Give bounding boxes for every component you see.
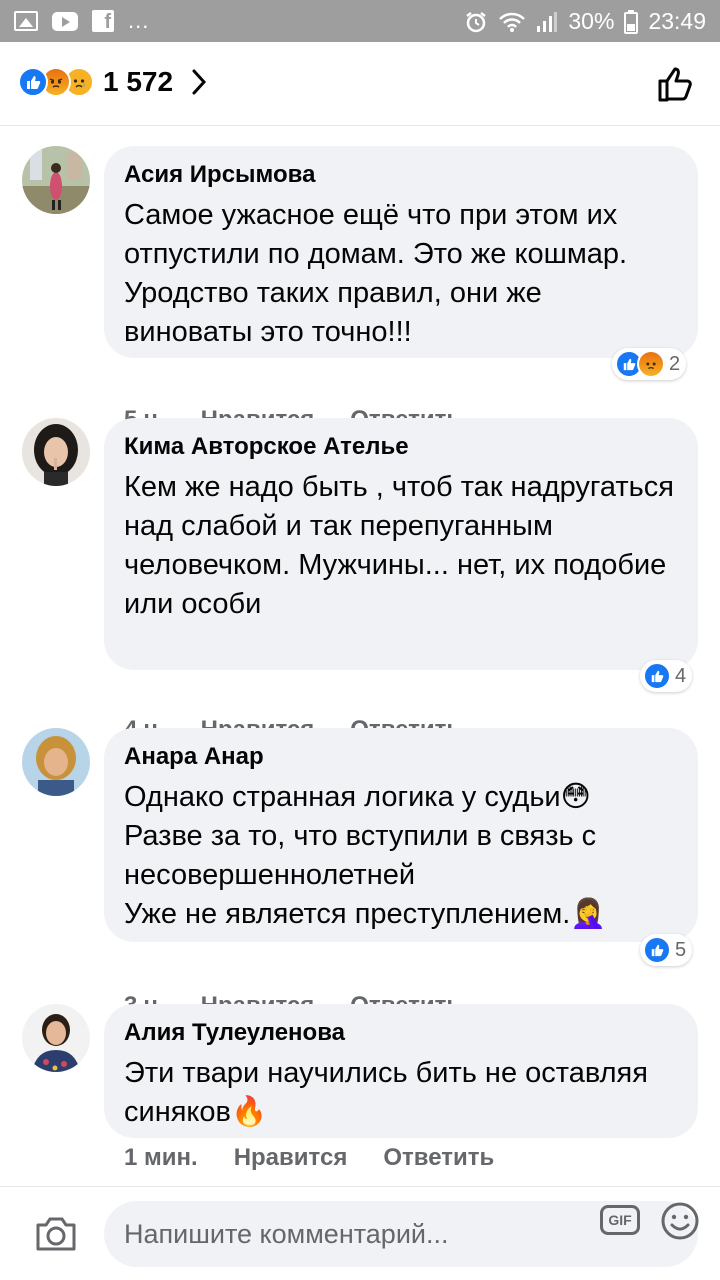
comment-text: Эти твари научились бить не оставляя син… [124, 1057, 648, 1128]
avatar[interactable] [22, 146, 90, 214]
reaction-count: 5 [675, 938, 687, 961]
comment-time[interactable]: 1 мин. [124, 1144, 198, 1172]
reactions-header: 1 572 [0, 42, 720, 126]
clock: 23:49 [648, 8, 706, 34]
comment-text-line: Уже не является преступлением.🤦‍♀️ [124, 898, 607, 930]
reaction-count: 4 [675, 664, 687, 687]
like-button[interactable]: Нравится [234, 1144, 348, 1172]
facebook-icon: f [92, 10, 114, 33]
like-post-icon[interactable] [656, 64, 696, 104]
youtube-icon [52, 11, 78, 31]
comment-bubble[interactable]: Анара Анар Однако странная логика у судь… [104, 728, 698, 942]
avatar[interactable] [22, 418, 90, 486]
gallery-icon [14, 11, 38, 31]
comment-bubble[interactable]: Алия Тулеуленова Эти твари научились бит… [104, 1004, 698, 1138]
like-reaction-icon [18, 67, 48, 97]
alarm-icon [466, 11, 487, 32]
comment-author[interactable]: Асия Ирсымова [124, 158, 678, 192]
comment-text: Кем же надо быть , чтоб так надругаться … [124, 471, 674, 620]
angry-reaction-icon [637, 350, 665, 378]
comment-author[interactable]: Анара Анар [124, 740, 678, 774]
reactions-summary[interactable]: 1 572 [18, 66, 207, 98]
battery-icon [624, 9, 639, 34]
like-reaction-icon [643, 662, 671, 690]
avatar[interactable] [22, 1004, 90, 1072]
comment-bubble[interactable]: Асия Ирсымова Самое ужасное ещё что при … [104, 146, 698, 358]
reply-button[interactable]: Ответить [383, 1144, 494, 1172]
battery-percent: 30% [568, 8, 615, 34]
signal-icon [537, 11, 558, 32]
comment-author[interactable]: Алия Тулеуленова [124, 1016, 678, 1050]
wifi-icon [499, 12, 526, 32]
status-bar: f ... 30% 23:49 [0, 0, 720, 42]
comment-composer: Напишите комментарий... GIF [0, 1186, 720, 1280]
comment-reactions[interactable]: 4 [640, 660, 693, 692]
gif-button[interactable]: GIF [600, 1205, 640, 1235]
comment-text: Однако странная логика у судьи😳 Разве за… [124, 778, 678, 934]
comment-reactions[interactable]: 2 [612, 348, 687, 380]
reaction-count: 2 [669, 352, 681, 375]
avatar[interactable] [22, 728, 90, 796]
comment-text-line: Разве за то, что вступили в связь с несо… [124, 820, 597, 891]
comment-reactions[interactable]: 5 [640, 934, 693, 966]
reaction-count: 1 572 [103, 66, 174, 97]
like-reaction-icon [643, 936, 671, 964]
comments-sheet: 1 572 Асия Ирсымова Самое ужасное ещё чт… [0, 42, 720, 1280]
more-icon: ... [128, 8, 150, 33]
comment-text-line: Однако странная логика у судьи😳 [124, 781, 591, 813]
comment-author[interactable]: Кима Авторское Ателье [124, 430, 678, 464]
comment-bubble[interactable]: Кима Авторское Ателье Кем же надо быть ,… [104, 418, 698, 670]
comment-actions: 1 мин. Нравится Ответить [124, 1144, 494, 1172]
comment-text: Самое ужасное ещё что при этом их отпуст… [124, 199, 628, 348]
camera-icon[interactable] [34, 1215, 78, 1253]
emoji-icon[interactable] [660, 1201, 700, 1241]
chevron-right-icon [192, 69, 207, 95]
